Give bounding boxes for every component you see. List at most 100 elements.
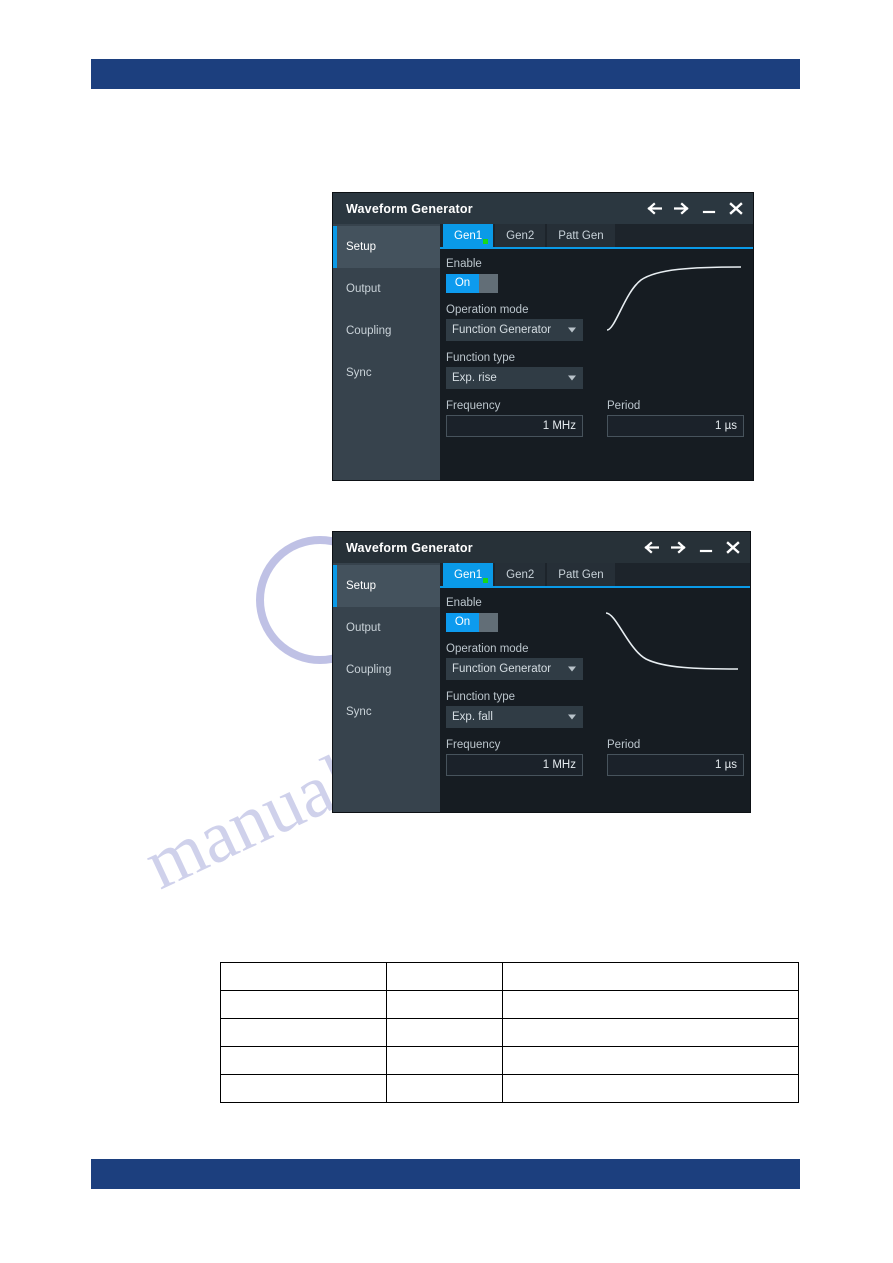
tab-label: Patt Gen <box>558 568 604 581</box>
waveform-generator-window-2[interactable]: Waveform Generator Setup Output Coupling… <box>333 532 750 812</box>
tab-gen1[interactable]: Gen1 <box>443 224 494 247</box>
table-cell <box>385 1018 504 1047</box>
content-area: Gen1 Gen2 Patt Gen Enable On Operation m… <box>440 224 753 480</box>
operation-mode-select[interactable]: Function Generator <box>446 657 583 680</box>
enable-toggle-on[interactable]: On <box>446 273 479 293</box>
table-cell <box>385 962 504 991</box>
tab-gen2[interactable]: Gen2 <box>495 224 546 247</box>
enable-toggle-off[interactable] <box>479 612 498 632</box>
sidebar: Setup Output Coupling Sync <box>333 224 440 480</box>
close-icon[interactable] <box>728 201 743 217</box>
sidebar-item-label: Output <box>346 622 381 634</box>
function-type-select[interactable]: Exp. fall <box>446 705 583 728</box>
waveform-preview-exp-fall <box>598 591 744 741</box>
tab-label: Patt Gen <box>558 229 604 242</box>
window-body: Setup Output Coupling Sync Gen1 Gen2 Pat… <box>333 563 750 812</box>
active-indicator-icon <box>483 578 489 583</box>
tab-gen1[interactable]: Gen1 <box>443 563 494 586</box>
back-arrow-icon[interactable] <box>647 201 662 217</box>
table-cell <box>502 962 799 991</box>
tab-label: Gen1 <box>454 568 483 581</box>
sidebar-item-label: Coupling <box>346 325 392 337</box>
frequency-field: Frequency 1 MHz <box>446 739 583 776</box>
frequency-input[interactable]: 1 MHz <box>446 753 583 776</box>
operation-mode-value: Function Generator <box>452 662 552 675</box>
forward-arrow-icon[interactable] <box>674 201 689 217</box>
table-row <box>220 1074 799 1103</box>
table-row <box>220 1018 799 1047</box>
operation-mode-select[interactable]: Function Generator <box>446 318 583 341</box>
table-cell <box>385 1046 504 1075</box>
sidebar-item-output[interactable]: Output <box>333 607 440 649</box>
page-footer-bar <box>91 1159 800 1189</box>
content-area: Gen1 Gen2 Patt Gen Enable On Operation m… <box>440 563 750 812</box>
table-cell <box>385 990 504 1019</box>
window-titlebar: Waveform Generator <box>333 193 753 224</box>
period-input[interactable]: 1 µs <box>607 753 744 776</box>
table-row <box>220 1046 799 1075</box>
tab-bar: Gen1 Gen2 Patt Gen <box>440 563 750 588</box>
page-header-bar <box>91 59 800 89</box>
enable-toggle-on[interactable]: On <box>446 612 479 632</box>
table-cell <box>502 1046 799 1075</box>
window-title: Waveform Generator <box>346 201 473 216</box>
tab-gen2[interactable]: Gen2 <box>495 563 546 586</box>
window-title: Waveform Generator <box>346 540 473 555</box>
tab-label: Gen1 <box>454 229 483 242</box>
function-type-value: Exp. rise <box>452 371 497 384</box>
chevron-down-icon <box>568 327 576 332</box>
waveform-generator-window-1[interactable]: Waveform Generator Setup Output Coupling… <box>333 193 753 480</box>
tab-patt-gen[interactable]: Patt Gen <box>547 224 615 247</box>
table-cell <box>502 990 799 1019</box>
sidebar-item-output[interactable]: Output <box>333 268 440 310</box>
active-indicator-icon <box>483 239 489 244</box>
window-controls <box>644 540 740 556</box>
sidebar-item-sync[interactable]: Sync <box>333 691 440 733</box>
frequency-field: Frequency 1 MHz <box>446 400 583 437</box>
sidebar-item-label: Output <box>346 283 381 295</box>
tab-patt-gen[interactable]: Patt Gen <box>547 563 615 586</box>
chevron-down-icon <box>568 375 576 380</box>
sidebar-item-label: Setup <box>346 580 377 592</box>
minimize-icon[interactable] <box>701 201 716 217</box>
table-cell <box>220 1046 387 1075</box>
sidebar-item-label: Sync <box>346 367 372 379</box>
frequency-label: Frequency <box>446 738 501 751</box>
sidebar-item-sync[interactable]: Sync <box>333 352 440 394</box>
tab-bar: Gen1 Gen2 Patt Gen <box>440 224 753 249</box>
tab-label: Gen2 <box>506 568 535 581</box>
frequency-label: Frequency <box>446 399 501 412</box>
back-arrow-icon[interactable] <box>644 540 659 556</box>
frequency-period-row: Frequency 1 MHz Period 1 µs <box>446 400 753 437</box>
table-cell <box>220 1074 387 1103</box>
sidebar-item-setup[interactable]: Setup <box>333 226 440 268</box>
period-field: Period 1 µs <box>607 739 744 776</box>
tab-label: Gen2 <box>506 229 535 242</box>
table-row <box>220 990 799 1019</box>
window-titlebar: Waveform Generator <box>333 532 750 563</box>
period-input[interactable]: 1 µs <box>607 414 744 437</box>
close-icon[interactable] <box>725 540 740 556</box>
forward-arrow-icon[interactable] <box>671 540 686 556</box>
chevron-down-icon <box>568 666 576 671</box>
data-table <box>220 962 799 1103</box>
frequency-input[interactable]: 1 MHz <box>446 414 583 437</box>
function-type-select[interactable]: Exp. rise <box>446 366 583 389</box>
sidebar-item-setup[interactable]: Setup <box>333 565 440 607</box>
window-controls <box>647 201 743 217</box>
table-cell <box>220 962 387 991</box>
table-cell <box>385 1074 504 1103</box>
chevron-down-icon <box>568 714 576 719</box>
enable-toggle-off[interactable] <box>479 273 498 293</box>
table-cell <box>220 990 387 1019</box>
operation-mode-value: Function Generator <box>452 323 552 336</box>
minimize-icon[interactable] <box>698 540 713 556</box>
enable-toggle[interactable]: On <box>446 612 498 632</box>
frequency-period-row: Frequency 1 MHz Period 1 µs <box>446 739 750 776</box>
sidebar-item-coupling[interactable]: Coupling <box>333 649 440 691</box>
sidebar-item-label: Sync <box>346 706 372 718</box>
enable-toggle[interactable]: On <box>446 273 498 293</box>
window-body: Setup Output Coupling Sync Gen1 Gen2 Pat… <box>333 224 753 480</box>
sidebar-item-coupling[interactable]: Coupling <box>333 310 440 352</box>
sidebar-item-label: Setup <box>346 241 377 253</box>
